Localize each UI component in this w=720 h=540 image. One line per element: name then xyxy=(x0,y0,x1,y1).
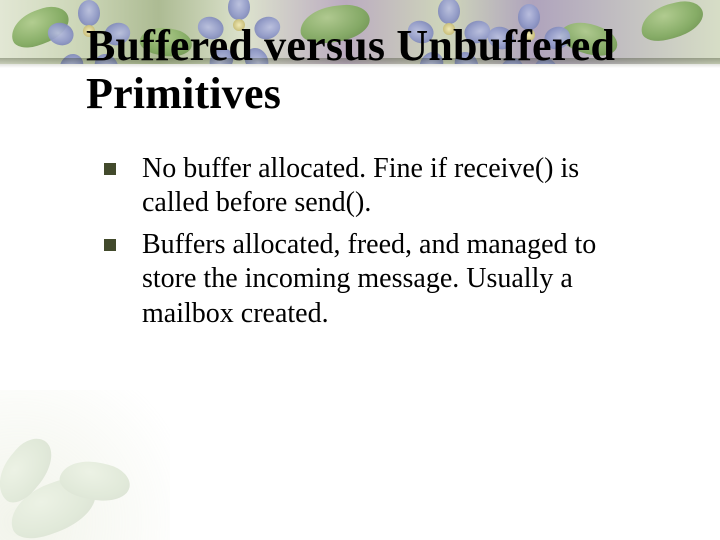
slide-title: Buffered versus Unbuffered Primitives xyxy=(86,22,646,117)
bullet-item: No buffer allocated. Fine if receive() i… xyxy=(98,152,638,220)
decorative-corner xyxy=(0,390,170,540)
bullet-item: Buffers allocated, freed, and managed to… xyxy=(98,228,638,330)
slide-body: No buffer allocated. Fine if receive() i… xyxy=(98,152,638,339)
slide: Buffered versus Unbuffered Primitives No… xyxy=(0,0,720,540)
bullet-list: No buffer allocated. Fine if receive() i… xyxy=(98,152,638,331)
